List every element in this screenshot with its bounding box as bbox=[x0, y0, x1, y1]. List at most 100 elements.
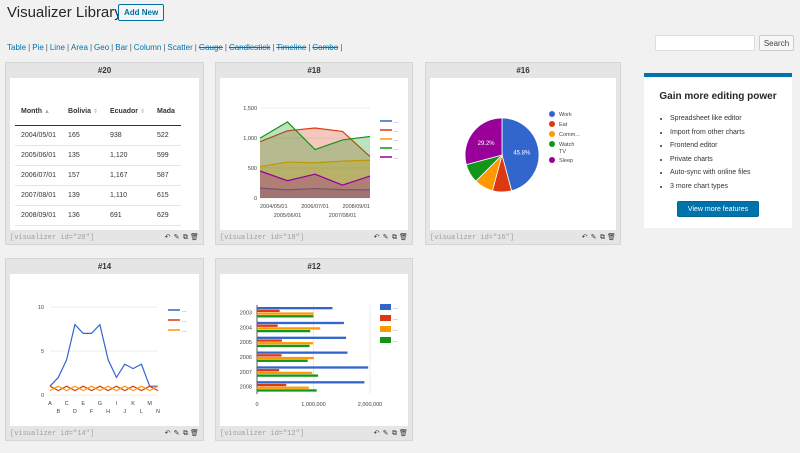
legend-swatch bbox=[549, 131, 555, 137]
bar bbox=[257, 356, 314, 360]
column-header[interactable]: Mada bbox=[150, 98, 181, 126]
table-row: 2004/05/01 165 938 522 bbox=[15, 125, 181, 146]
promo-feature-list: Spreadsheet like editorImport from other… bbox=[670, 112, 792, 193]
bar bbox=[257, 389, 317, 392]
legend-label: ... bbox=[182, 328, 186, 334]
bar-chart: 0 1,000,000 2,000,000 2003 2004 2005 2006 2007 2… bbox=[240, 304, 397, 408]
x-tick-label: 2008/09/01 bbox=[342, 204, 370, 210]
filter-geo[interactable]: Geo bbox=[94, 43, 109, 52]
copy-icon[interactable]: ⧉ bbox=[181, 430, 190, 438]
legend-label: ... bbox=[393, 305, 397, 311]
edit-icon[interactable]: ✎ bbox=[381, 429, 390, 437]
table-cell: 135 bbox=[62, 145, 104, 166]
copy-icon[interactable]: ⧉ bbox=[390, 234, 399, 242]
shortcode: [visualizer id="20"] bbox=[10, 234, 95, 242]
filter-column[interactable]: Column bbox=[134, 43, 162, 52]
table-cell: 2008/09/01 bbox=[15, 205, 63, 226]
table-cell: 599 bbox=[150, 145, 181, 166]
edit-icon[interactable]: ✎ bbox=[381, 233, 390, 241]
table-cell: 165 bbox=[62, 125, 104, 146]
bar bbox=[257, 386, 309, 389]
card-title: #18 bbox=[307, 66, 321, 75]
bar bbox=[257, 327, 321, 330]
x-tick-label: K bbox=[131, 401, 135, 407]
table-cell: 522 bbox=[150, 125, 181, 146]
card-actions: ↶ ✎ ⧉ 🗑 bbox=[372, 429, 408, 438]
table-row: 2007/08/01 139 1,110 615 bbox=[15, 185, 181, 206]
filter-combo[interactable]: Combo bbox=[312, 43, 338, 52]
undo-icon[interactable]: ↶ bbox=[163, 233, 172, 241]
column-header[interactable]: Ecuador ⇕ bbox=[103, 98, 151, 126]
column-header[interactable]: Bolivia ⇕ bbox=[62, 98, 104, 126]
legend-label: Eat bbox=[559, 122, 568, 128]
search-input[interactable] bbox=[655, 35, 755, 51]
chart-card-14: #14 0 5 10 A B C D E F G H I J K L M N......... [visuali… bbox=[5, 258, 204, 441]
bar bbox=[257, 324, 278, 327]
copy-icon[interactable]: ⧉ bbox=[390, 430, 399, 438]
filter-candlestick[interactable]: Candlestick bbox=[229, 43, 270, 52]
filter-area[interactable]: Area bbox=[71, 43, 88, 52]
filter-pie[interactable]: Pie bbox=[32, 43, 44, 52]
filter-line[interactable]: Line bbox=[50, 43, 65, 52]
filter-timeline[interactable]: Timeline bbox=[276, 43, 306, 52]
chart-type-filters: Table | Pie | Line | Area | Geo | Bar | Column | Scatt… bbox=[7, 43, 344, 52]
slice-label: 29.2% bbox=[478, 141, 496, 147]
filter-bar[interactable]: Bar bbox=[115, 43, 127, 52]
search-button[interactable]: Search bbox=[759, 35, 794, 51]
undo-icon[interactable]: ↶ bbox=[372, 233, 381, 241]
view-more-features-button[interactable]: View more features bbox=[677, 201, 759, 217]
legend-label: Comm... bbox=[559, 132, 580, 138]
x-tick-label: 0 bbox=[255, 402, 258, 408]
table-cell: 938 bbox=[103, 125, 151, 146]
legend-label: ... bbox=[394, 128, 398, 134]
table-cell: 1,120 bbox=[103, 145, 151, 166]
legend-swatch bbox=[549, 121, 555, 127]
copy-icon[interactable]: ⧉ bbox=[598, 234, 607, 242]
add-new-button[interactable]: Add New bbox=[118, 4, 165, 21]
x-tick-label: H bbox=[106, 409, 110, 415]
x-tick-label: M bbox=[147, 401, 152, 407]
edit-icon[interactable]: ✎ bbox=[589, 233, 598, 241]
bar bbox=[257, 307, 333, 310]
card-actions: ↶ ✎ ⧉ 🗑 bbox=[163, 233, 199, 242]
y-tick-label: 2008 bbox=[240, 385, 252, 391]
bar bbox=[257, 315, 314, 318]
y-tick-label: 500 bbox=[248, 166, 257, 172]
trash-icon[interactable]: 🗑 bbox=[607, 233, 616, 241]
slice-label: 45.8% bbox=[513, 150, 531, 156]
bar bbox=[257, 359, 308, 362]
bar bbox=[257, 312, 314, 315]
promo-feature: 3 more chart types bbox=[670, 180, 792, 194]
trash-icon[interactable]: 🗑 bbox=[190, 233, 199, 241]
y-tick-label: 1,500 bbox=[243, 106, 257, 112]
column-header[interactable]: Month ▲ bbox=[15, 98, 63, 126]
filter-scatter[interactable]: Scatter bbox=[167, 43, 192, 52]
filter-gauge[interactable]: Gauge bbox=[199, 43, 223, 52]
undo-icon[interactable]: ↶ bbox=[163, 429, 172, 437]
x-tick-label: J bbox=[123, 409, 126, 415]
legend-label: ... bbox=[182, 318, 186, 324]
edit-icon[interactable]: ✎ bbox=[172, 429, 181, 437]
separator: | bbox=[340, 43, 343, 52]
undo-icon[interactable]: ↶ bbox=[372, 429, 381, 437]
table-cell: 139 bbox=[62, 185, 104, 206]
legend-label: ... bbox=[394, 119, 398, 125]
legend-label: Sleep bbox=[559, 158, 573, 164]
promo-feature: Private charts bbox=[670, 153, 792, 167]
filter-table[interactable]: Table bbox=[7, 43, 26, 52]
bar bbox=[257, 329, 311, 333]
trash-icon[interactable]: 🗑 bbox=[399, 429, 408, 437]
legend-label: ... bbox=[182, 308, 186, 314]
undo-icon[interactable]: ↶ bbox=[580, 233, 589, 241]
chart-card-16: #16 45.8% 29.2% Work Eat Comm... Watch TV Sleep… bbox=[425, 62, 621, 245]
table-row: 2006/07/01 157 1,167 587 bbox=[15, 165, 181, 186]
copy-icon[interactable]: ⧉ bbox=[181, 234, 190, 242]
chart-card-20: #20 Month ▲ Bolivia ⇕ Ecuador ⇕ Mada 200… bbox=[5, 62, 204, 245]
bar bbox=[257, 381, 365, 384]
x-tick-label: I bbox=[116, 401, 118, 407]
shortcode: [visualizer id="12"] bbox=[220, 430, 305, 438]
trash-icon[interactable]: 🗑 bbox=[190, 429, 199, 437]
legend-label: ... bbox=[394, 137, 398, 143]
trash-icon[interactable]: 🗑 bbox=[399, 233, 408, 241]
edit-icon[interactable]: ✎ bbox=[172, 233, 181, 241]
